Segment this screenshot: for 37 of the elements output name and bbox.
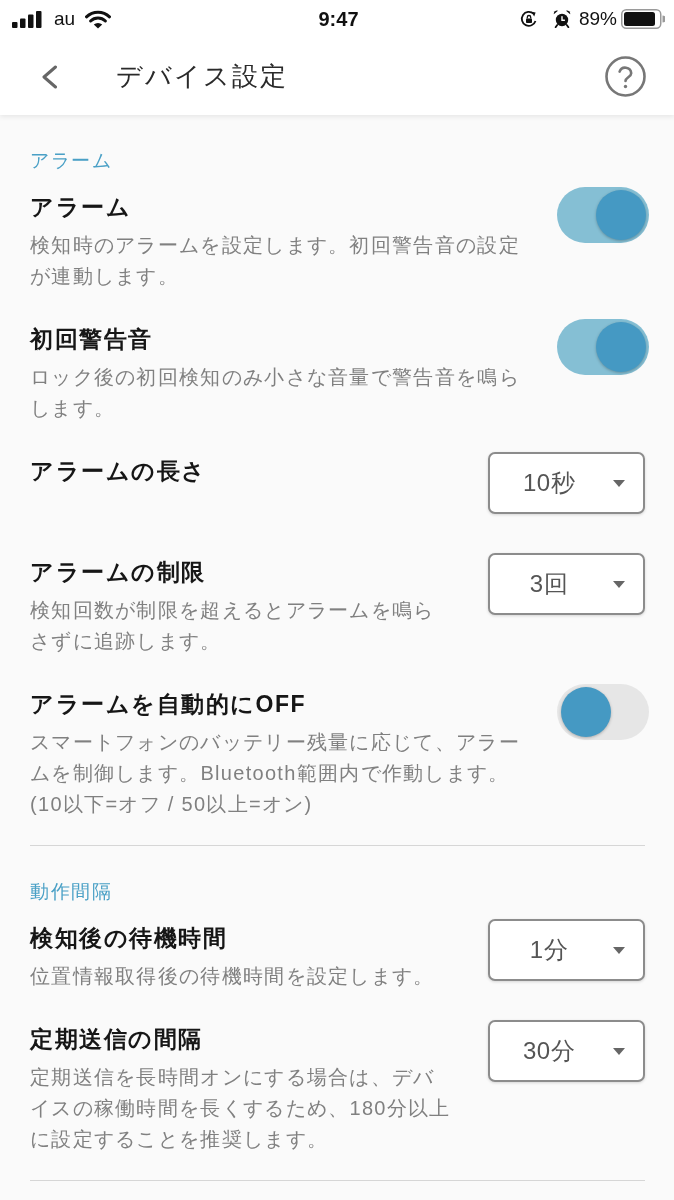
toggle-switch[interactable]	[557, 187, 649, 243]
rotation-lock-icon	[519, 10, 538, 28]
battery-icon	[621, 9, 665, 29]
setting-description: 定期送信を長時間オンにする場合は、デバイスの稼働時間を長くするため、180分以上に設定することを推奨します。	[30, 1065, 452, 1152]
section-heading: 動作間隔	[30, 880, 113, 904]
setting-title: アラームの制限	[30, 558, 207, 587]
setting-description: 検知回数が制限を超えるとアラームを鳴らさずに追跡します。	[30, 598, 436, 654]
caret-down-icon	[613, 946, 625, 954]
setting-title: 定期送信の間隔	[30, 1025, 204, 1054]
toggle-switch[interactable]	[557, 684, 649, 740]
dropdown-select[interactable]: 10秒	[488, 452, 645, 514]
wifi-icon	[85, 9, 112, 29]
battery-percentage: 89%	[578, 6, 617, 31]
setting-description: 位置情報取得後の待機時間を設定します。	[30, 964, 436, 989]
setting-title: アラームを自動的にOFF	[30, 690, 307, 719]
setting-title: アラームの長さ	[30, 457, 207, 486]
section-heading: アラーム	[30, 149, 113, 173]
dropdown-select[interactable]: 3回	[488, 553, 645, 615]
caret-down-icon	[613, 479, 625, 487]
setting-title: 検知後の待機時間	[30, 924, 228, 953]
setting-description: ロック後の初回検知のみ小さな音量で警告音を鳴らします。	[30, 365, 521, 421]
caret-down-icon	[613, 580, 625, 588]
caret-down-icon	[613, 1047, 625, 1055]
page-title: デバイス設定	[116, 60, 288, 93]
setting-description: スマートフォンのバッテリー残量に応じて、アラームを制御します。Bluetooth範囲内で作動します。(10以下=オフ / 50以上=オン)	[30, 730, 521, 817]
setting-title: 初回警告音	[30, 325, 154, 354]
help-icon[interactable]	[605, 56, 646, 97]
chevron-left-icon[interactable]	[41, 64, 58, 89]
toggle-switch[interactable]	[557, 319, 649, 375]
setting-description: 検知時のアラームを設定します。初回警告音の設定が連動します。	[30, 233, 521, 289]
dropdown-select[interactable]: 30分	[488, 1020, 645, 1082]
setting-title: アラーム	[30, 193, 132, 222]
dropdown-select[interactable]: 1分	[488, 919, 645, 981]
carrier-name: au	[54, 6, 76, 31]
alarm-clock-icon	[552, 10, 571, 28]
clock-time: 9:47	[318, 7, 359, 32]
signal-icon	[12, 10, 42, 28]
